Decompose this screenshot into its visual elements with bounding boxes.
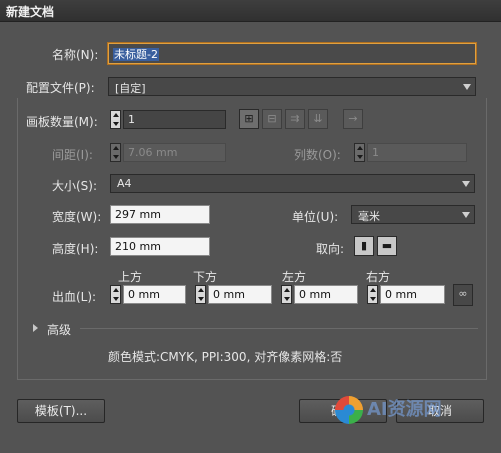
watermark-overlay: AI资源网 xyxy=(335,395,485,427)
expand-advanced-icon[interactable] xyxy=(33,324,38,332)
profile-label: 配置文件(P): xyxy=(26,81,95,95)
chevron-down-icon xyxy=(462,212,470,218)
color-mode-info: 颜色模式:CMYK, PPI:300, 对齐像素网格:否 xyxy=(108,350,343,364)
settings-group-box xyxy=(17,98,487,380)
artboard-count-input[interactable]: 1 xyxy=(123,110,226,129)
bleed-label: 出血(L): xyxy=(52,290,97,304)
chevron-down-icon xyxy=(462,181,470,187)
grid-by-row-icon[interactable]: ⊞ xyxy=(239,109,259,129)
size-label: 大小(S): xyxy=(52,179,98,193)
spacing-label: 间距(I): xyxy=(52,148,93,162)
bleed-top-input[interactable]: 0 mm xyxy=(123,285,186,304)
columns-label: 列数(O): xyxy=(294,148,341,162)
columns-stepper[interactable] xyxy=(354,143,365,162)
document-name-input[interactable]: 未标题-2 xyxy=(108,43,476,64)
size-value: A4 xyxy=(117,177,132,190)
bleed-right-label: 右方 xyxy=(366,270,391,284)
bleed-left-input[interactable]: 0 mm xyxy=(294,285,358,304)
artboard-count-label: 画板数量(M): xyxy=(26,115,98,129)
bleed-bottom-input[interactable]: 0 mm xyxy=(208,285,272,304)
bleed-bottom-label: 下方 xyxy=(193,270,218,284)
bleed-right-stepper[interactable] xyxy=(367,285,378,304)
templates-button[interactable]: 模板(T)... xyxy=(17,399,105,423)
profile-dropdown[interactable]: [自定] xyxy=(108,77,476,96)
watermark-text: AI资源网 xyxy=(367,399,442,420)
width-input[interactable]: 297 mm xyxy=(110,205,210,224)
columns-input[interactable]: 1 xyxy=(367,143,467,162)
dialog-titlebar: 新建文档 xyxy=(0,0,501,22)
advanced-label[interactable]: 高级 xyxy=(47,321,71,338)
grid-by-column-icon[interactable]: ⊟ xyxy=(262,109,282,129)
landscape-orientation-icon[interactable]: ▬ xyxy=(377,236,397,256)
chevron-down-icon xyxy=(463,84,471,90)
bleed-top-label: 上方 xyxy=(118,270,143,284)
link-bleed-icon[interactable]: ∞ xyxy=(453,284,473,306)
height-input[interactable]: 210 mm xyxy=(110,237,210,256)
advanced-divider xyxy=(80,328,478,329)
profile-value: [自定] xyxy=(115,82,146,95)
height-label: 高度(H): xyxy=(52,242,99,256)
arrange-by-row-icon[interactable]: ⇉ xyxy=(285,109,305,129)
units-label: 单位(U): xyxy=(292,210,339,224)
width-label: 宽度(W): xyxy=(52,210,102,224)
artboard-count-stepper[interactable] xyxy=(110,110,121,129)
watermark-logo-icon xyxy=(335,396,363,424)
bleed-bottom-stepper[interactable] xyxy=(195,285,206,304)
units-dropdown[interactable]: 毫米 xyxy=(351,205,475,224)
right-to-left-icon[interactable]: → xyxy=(343,109,363,129)
bleed-left-label: 左方 xyxy=(282,270,307,284)
spacing-input[interactable]: 7.06 mm xyxy=(123,143,226,162)
units-value: 毫米 xyxy=(358,210,380,223)
bleed-right-input[interactable]: 0 mm xyxy=(380,285,445,304)
dialog-title: 新建文档 xyxy=(6,5,55,19)
document-name-value: 未标题-2 xyxy=(113,48,159,61)
orientation-label: 取向: xyxy=(316,242,345,256)
name-label: 名称(N): xyxy=(52,48,99,62)
portrait-orientation-icon[interactable]: ▮ xyxy=(354,236,374,256)
arrange-by-column-icon[interactable]: ⇊ xyxy=(308,109,328,129)
size-dropdown[interactable]: A4 xyxy=(110,174,475,193)
bleed-top-stepper[interactable] xyxy=(110,285,121,304)
spacing-stepper[interactable] xyxy=(110,143,121,162)
bleed-left-stepper[interactable] xyxy=(281,285,292,304)
